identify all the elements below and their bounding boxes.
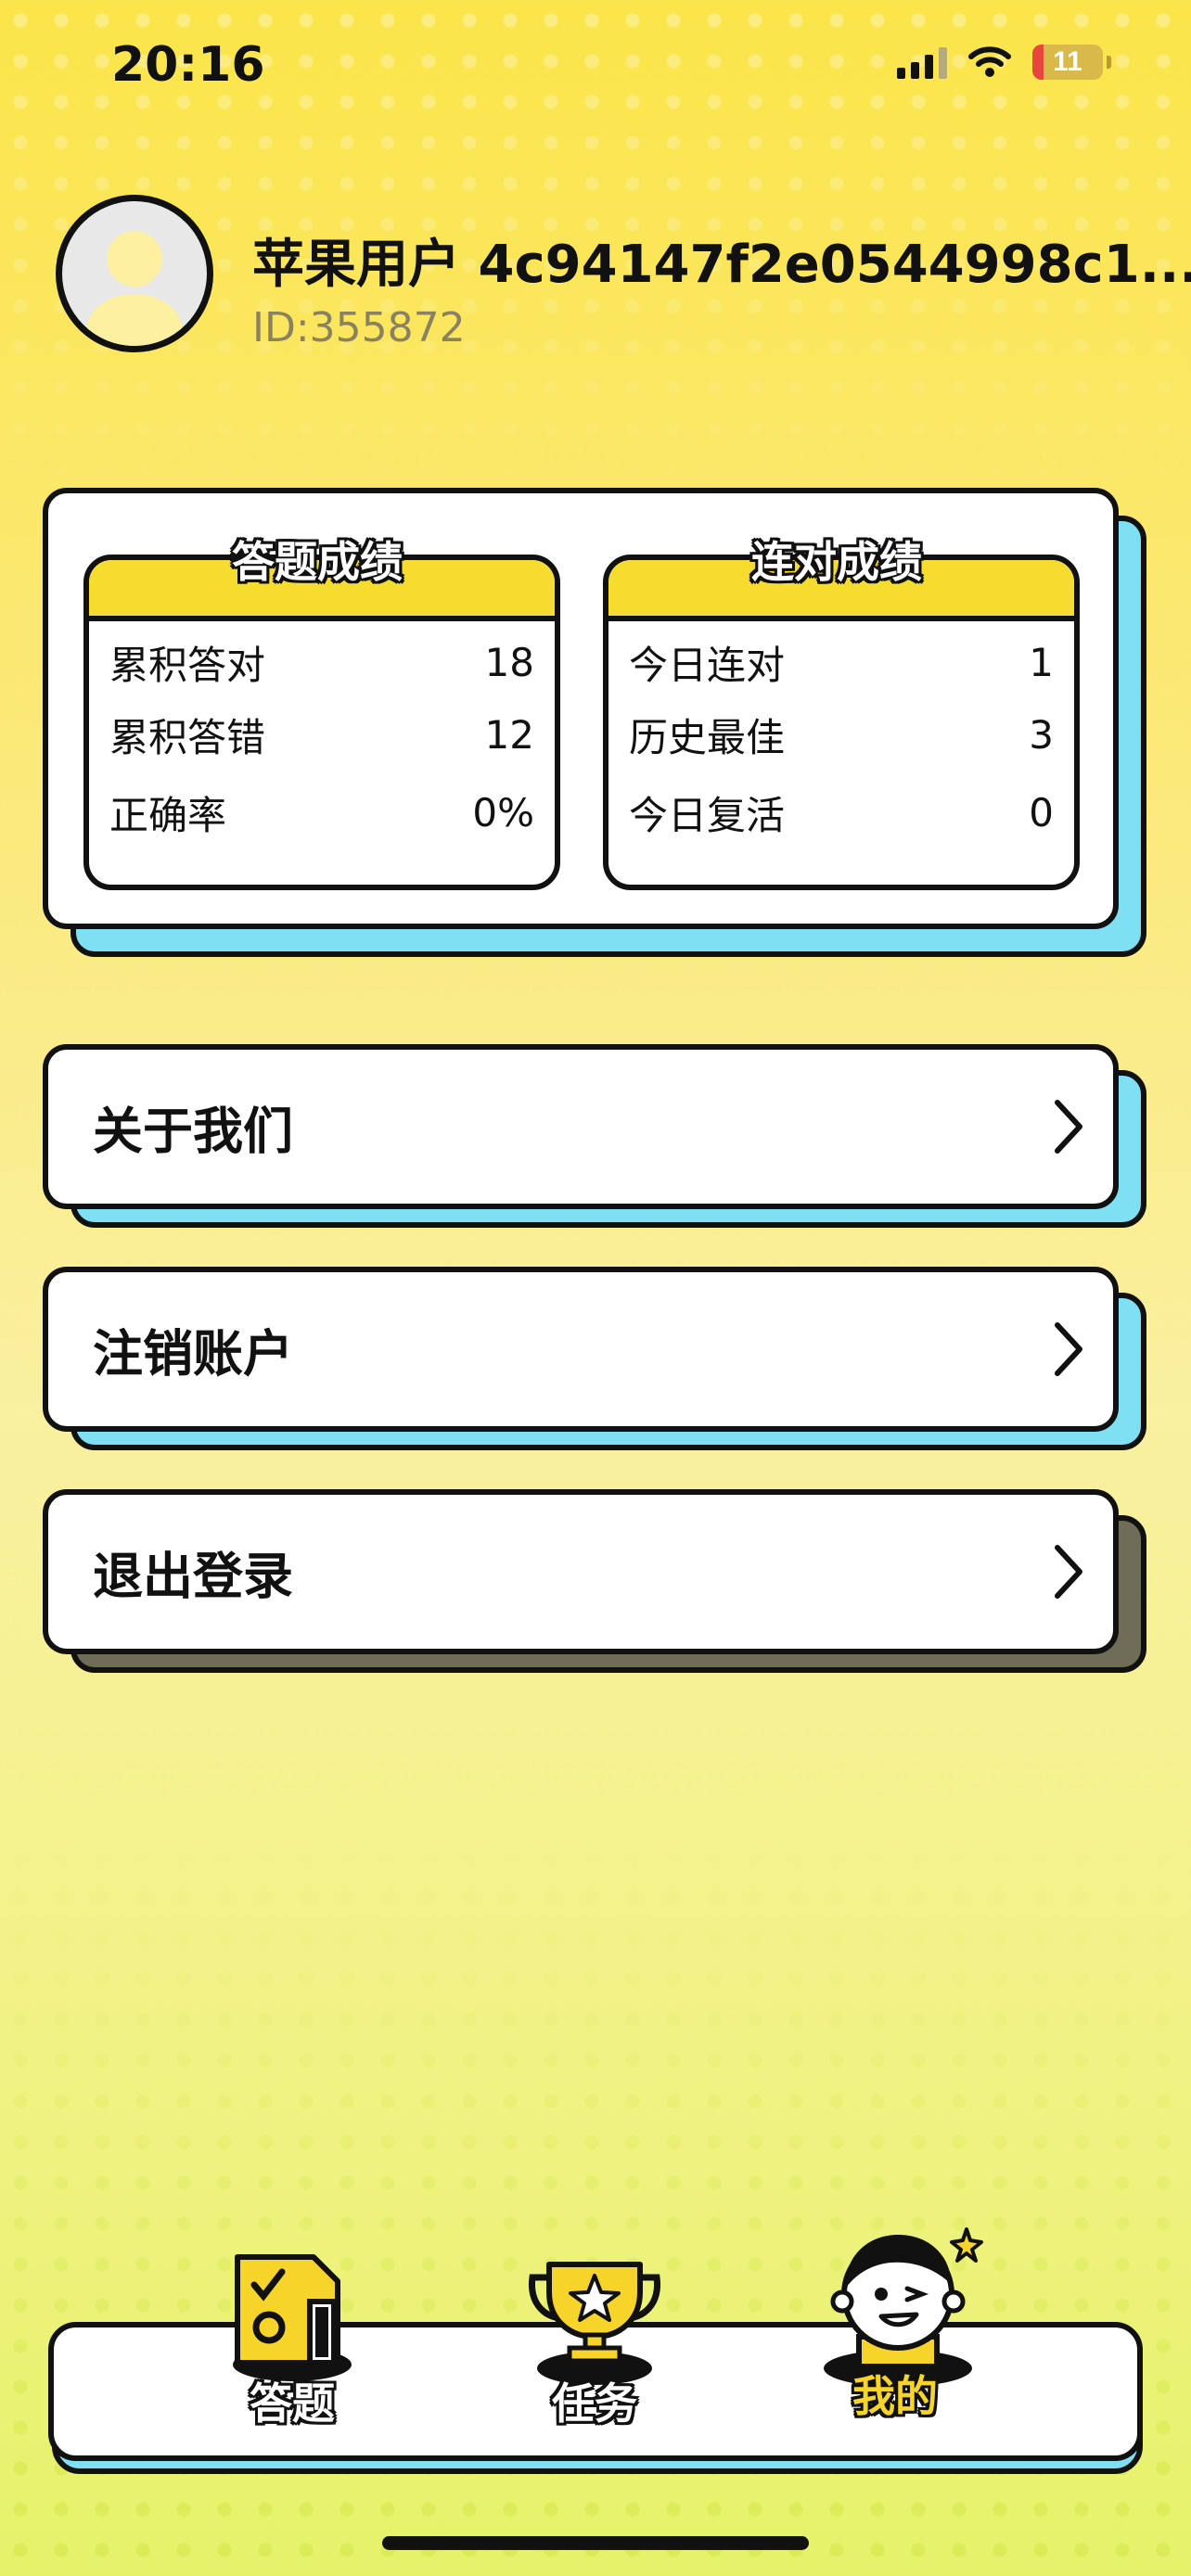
answer-stats-title: 答题成绩: [232, 537, 403, 587]
stat-value: 12: [484, 711, 534, 758]
stat-value: 3: [1029, 711, 1054, 758]
stat-label: 历史最佳: [629, 714, 786, 760]
stat-value: 0: [1029, 789, 1054, 835]
stat-label: 今日复活: [629, 792, 786, 838]
status-icons: 11: [897, 45, 1111, 80]
tab-label-tasks: 任务: [552, 2378, 637, 2429]
stat-label: 累积答对: [109, 642, 266, 688]
avatar[interactable]: [56, 195, 213, 352]
stat-label: 累积答错: [109, 714, 266, 760]
tab-label-quiz: 答题: [250, 2378, 335, 2429]
chevron-right-icon: [1055, 1322, 1082, 1376]
battery-icon: 11: [1032, 45, 1103, 80]
user-id: ID:355872: [252, 304, 466, 351]
cellular-signal-icon: [897, 45, 947, 79]
menu-item-logout[interactable]: 退出登录: [43, 1489, 1119, 1654]
menu-item-about-us[interactable]: 关于我们: [43, 1044, 1119, 1209]
status-time: 20:16: [111, 37, 265, 93]
wifi-icon: [968, 46, 1011, 77]
home-indicator: [382, 2536, 809, 2550]
stat-value: 0%: [472, 789, 534, 835]
stat-label: 今日连对: [629, 642, 786, 688]
chevron-right-icon: [1055, 1545, 1082, 1599]
streak-stats-title: 连对成绩: [751, 537, 922, 587]
menu-item-label: 注销账户: [93, 1324, 293, 1384]
menu-item-delete-account[interactable]: 注销账户: [43, 1267, 1119, 1432]
streak-stats-panel: 今日连对 1 历史最佳 3 今日复活 0: [603, 555, 1080, 890]
tab-label-profile: 我的: [852, 2371, 938, 2421]
user-name: 苹果用户 4c94147f2e0544998c1...: [252, 235, 1191, 295]
menu-item-label: 退出登录: [93, 1547, 293, 1606]
answer-stats-panel: 累积答对 18 累积答错 12 正确率 0%: [83, 555, 560, 890]
menu-item-label: 关于我们: [93, 1102, 293, 1161]
battery-level: 11: [1053, 46, 1082, 77]
stat-value: 18: [484, 639, 534, 685]
stat-value: 1: [1029, 639, 1054, 685]
stat-label: 正确率: [109, 792, 227, 838]
chevron-right-icon: [1055, 1100, 1082, 1154]
default-avatar-icon: [86, 231, 183, 346]
